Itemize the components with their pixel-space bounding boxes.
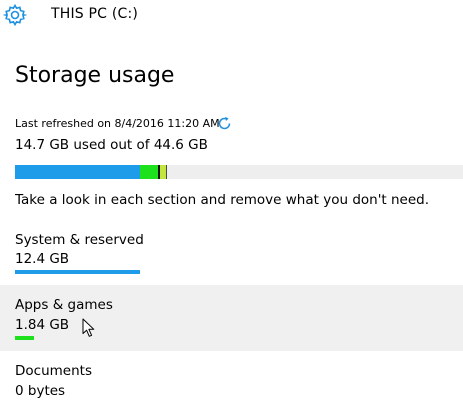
- gear-icon[interactable]: [2, 3, 28, 27]
- storage-usage-bar: [15, 165, 463, 179]
- category-usage-bar: [15, 336, 34, 340]
- usage-segment: [165, 165, 168, 179]
- refresh-icon[interactable]: [217, 116, 232, 131]
- category-name: Documents: [15, 363, 92, 379]
- page-title: Storage usage: [15, 63, 175, 88]
- last-refreshed-text: Last refreshed on 8/4/2016 11:20 AM: [15, 117, 220, 130]
- category-documents[interactable]: Documents 0 bytes: [0, 356, 463, 402]
- drive-title: THIS PC (C:): [51, 6, 139, 22]
- usage-segment: [15, 165, 140, 179]
- title-bar: THIS PC (C:): [0, 0, 463, 36]
- used-summary: 14.7 GB used out of 44.6 GB: [15, 137, 208, 153]
- category-size: 0 bytes: [15, 383, 66, 399]
- category-size: 1.84 GB: [15, 317, 70, 333]
- category-usage-bar: [15, 270, 140, 274]
- usage-segment: [139, 165, 159, 179]
- mouse-pointer-icon: [82, 318, 96, 338]
- category-apps-games[interactable]: Apps & games 1.84 GB: [0, 285, 463, 351]
- category-size: 12.4 GB: [15, 251, 70, 267]
- category-name: System & reserved: [15, 232, 144, 248]
- hint-text: Take a look in each section and remove w…: [15, 192, 430, 208]
- category-system-reserved[interactable]: System & reserved 12.4 GB: [0, 226, 463, 280]
- category-name: Apps & games: [15, 297, 113, 313]
